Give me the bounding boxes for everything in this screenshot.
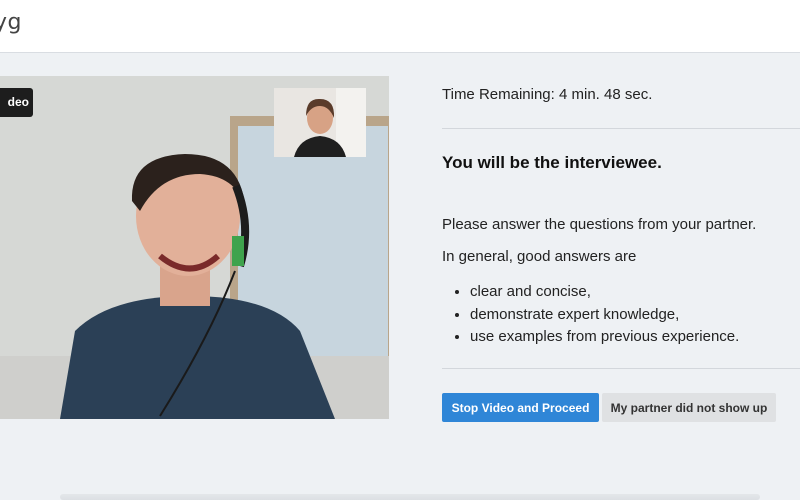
partner-no-show-button[interactable]: My partner did not show up <box>602 393 776 422</box>
bottom-panel-edge <box>60 494 760 500</box>
brand-logo[interactable]: yg <box>0 10 22 35</box>
list-item: clear and concise, <box>470 282 739 305</box>
partner-video-feed <box>274 88 366 157</box>
stop-video-proceed-button[interactable]: Stop Video and Proceed <box>442 393 599 422</box>
instruction-text: Please answer the questions from your pa… <box>442 216 757 233</box>
partner-video-image <box>274 88 366 157</box>
list-item: use examples from previous experience. <box>470 327 739 350</box>
time-remaining: Time Remaining: 4 min. 48 sec. <box>442 86 653 103</box>
role-heading: You will be the interviewee. <box>442 153 662 172</box>
video-toggle-badge[interactable]: deo <box>0 88 33 117</box>
list-item: demonstrate expert knowledge, <box>470 305 739 328</box>
criteria-list: clear and concise, demonstrate expert kn… <box>442 282 739 350</box>
top-bar: yg <box>0 0 800 53</box>
divider-bottom <box>442 368 800 369</box>
criteria-lead: In general, good answers are <box>442 248 637 265</box>
divider-top <box>442 128 800 129</box>
